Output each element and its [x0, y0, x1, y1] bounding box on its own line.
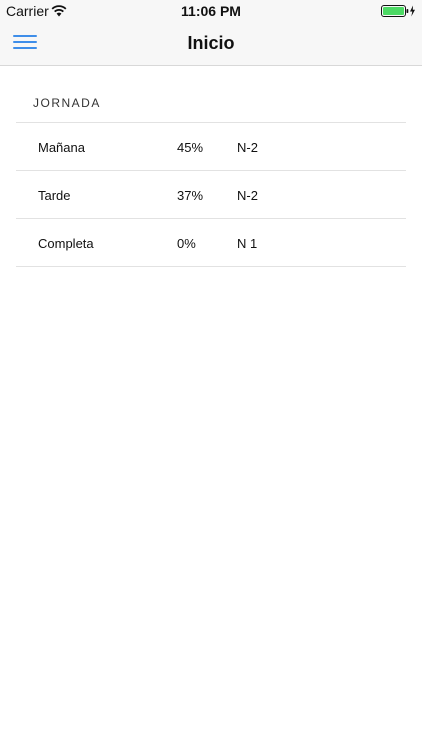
row-code: N-2	[237, 140, 258, 155]
row-code: N 1	[237, 236, 258, 251]
status-time: 11:06 PM	[181, 3, 241, 19]
section-header: JORNADA	[33, 96, 101, 110]
navigation-bar: Inicio	[0, 22, 422, 66]
battery-charging-icon	[381, 5, 415, 17]
row-name: Tarde	[38, 188, 71, 203]
table-row[interactable]: Completa 0% N 1	[16, 219, 406, 267]
table-row[interactable]: Mañana 45% N-2	[16, 123, 406, 171]
row-percent: 37%	[177, 188, 204, 203]
jornada-table: Mañana 45% N-2 Tarde 37% N-2 Completa 0%…	[16, 122, 406, 267]
row-name: Completa	[38, 236, 94, 251]
row-percent: 0%	[177, 236, 196, 251]
page-title: Inicio	[187, 33, 235, 53]
row-name: Mañana	[38, 140, 85, 155]
status-bar: Carrier 11:06 PM	[0, 0, 422, 22]
row-percent: 45%	[177, 140, 204, 155]
row-code: N-2	[237, 188, 258, 203]
table-row[interactable]: Tarde 37% N-2	[16, 171, 406, 219]
